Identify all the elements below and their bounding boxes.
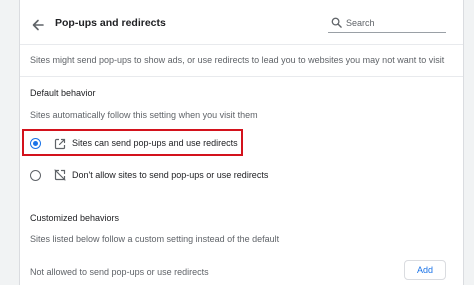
highlight-annotation	[22, 129, 243, 156]
header-divider	[20, 44, 463, 45]
search-input[interactable]	[346, 14, 442, 32]
option-block-popups-label: Don't allow sites to send pop-ups or use…	[72, 170, 269, 180]
default-behavior-subtext: Sites automatically follow this setting …	[30, 110, 258, 120]
customized-behaviors-subtext: Sites listed below follow a custom setti…	[30, 234, 280, 244]
popup-blocked-icon	[54, 169, 66, 181]
section-divider	[20, 76, 463, 77]
settings-card: Pop-ups and redirects Sites might send p…	[19, 0, 464, 285]
back-arrow-icon[interactable]	[30, 17, 46, 33]
default-behavior-heading: Default behavior	[30, 88, 96, 98]
add-button[interactable]: Add	[404, 260, 446, 280]
customized-behaviors-heading: Customized behaviors	[30, 213, 120, 223]
search-icon	[331, 17, 342, 28]
radio-block-popups[interactable]	[30, 170, 41, 181]
page-description: Sites might send pop-ups to show ads, or…	[30, 55, 445, 65]
search-box[interactable]	[328, 14, 446, 33]
not-allowed-list-label: Not allowed to send pop-ups or use redir…	[30, 267, 209, 277]
page-title: Pop-ups and redirects	[55, 17, 166, 29]
